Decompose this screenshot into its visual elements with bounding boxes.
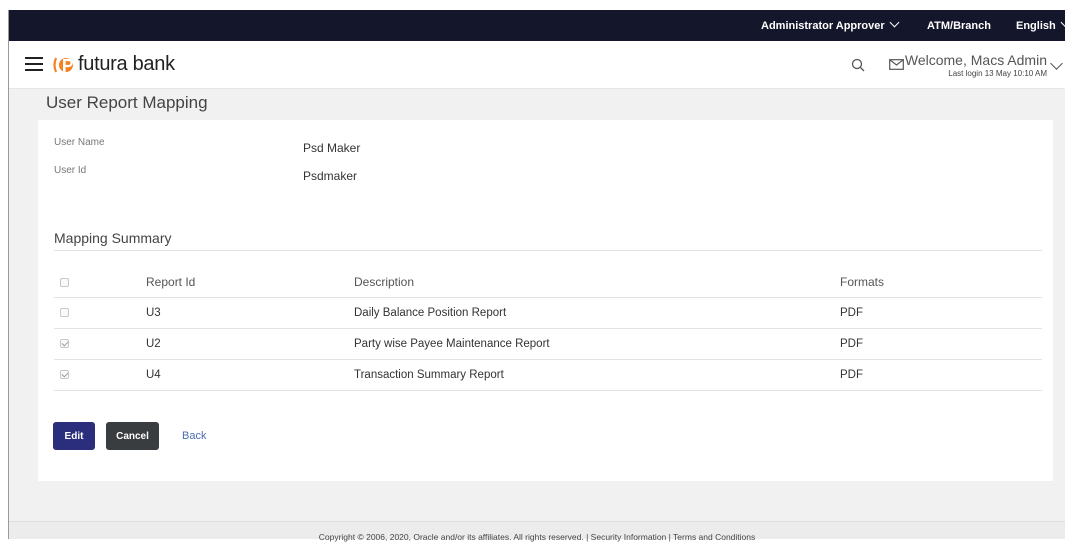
column-header-description: Description	[354, 275, 415, 289]
divider	[54, 297, 1042, 298]
logo[interactable]: futura bank	[53, 53, 175, 76]
row-checkbox[interactable]	[60, 339, 69, 348]
logo-text: futura bank	[78, 53, 175, 75]
user-menu[interactable]: Welcome, Macs Admin Last login 13 May 10…	[905, 52, 1047, 78]
divider	[54, 328, 1042, 329]
cancel-button[interactable]: Cancel	[106, 422, 159, 450]
report-id-cell: U3	[146, 307, 161, 319]
branch-link[interactable]: ATM/Branch	[927, 20, 991, 32]
welcome-text: Welcome, Macs Admin	[904, 52, 1047, 68]
section-title: Mapping Summary	[54, 230, 172, 246]
mapping-card: User Name Psd Maker User Id Psdmaker Map…	[38, 120, 1053, 481]
role-dropdown[interactable]: Administrator Approver	[761, 17, 900, 32]
user-id-value: Psdmaker	[303, 169, 358, 183]
page-title: User Report Mapping	[46, 93, 208, 112]
last-login-text: Last login 13 May 10:10 AM	[948, 69, 1047, 78]
row-checkbox[interactable]	[60, 370, 69, 379]
language-label: English	[1016, 20, 1056, 32]
description-cell: Daily Balance Position Report	[354, 307, 507, 319]
menu-icon[interactable]	[25, 57, 43, 71]
mail-icon[interactable]	[889, 59, 904, 70]
user-id-label: User Id	[54, 165, 87, 176]
row-checkbox[interactable]	[60, 308, 69, 317]
column-header-formats: Formats	[840, 275, 885, 289]
footer: Copyright © 2006, 2020, Oracle and/or it…	[9, 521, 1065, 542]
user-name-value: Psd Maker	[303, 141, 361, 155]
chevron-down-icon	[889, 17, 900, 28]
select-all-checkbox[interactable]	[60, 278, 69, 287]
divider	[54, 390, 1042, 391]
role-label: Administrator Approver	[761, 20, 885, 32]
report-id-cell: U2	[146, 338, 161, 350]
description-cell: Transaction Summary Report	[354, 369, 504, 381]
top-bar: Administrator Approver ATM/Branch Englis…	[9, 10, 1065, 41]
format-cell: PDF	[840, 307, 863, 319]
divider	[54, 250, 1042, 251]
user-name-label: User Name	[54, 137, 105, 148]
app-frame: Administrator Approver ATM/Branch Englis…	[0, 0, 1065, 542]
report-id-cell: U4	[146, 369, 161, 381]
chevron-down-icon[interactable]	[1050, 57, 1063, 70]
column-header-report-id: Report Id	[146, 275, 196, 289]
format-cell: PDF	[840, 369, 863, 381]
divider	[54, 359, 1042, 360]
format-cell: PDF	[840, 338, 863, 350]
description-cell: Party wise Payee Maintenance Report	[354, 338, 550, 350]
chevron-down-icon	[1060, 17, 1065, 28]
back-link[interactable]: Back	[182, 430, 206, 442]
edit-button[interactable]: Edit	[53, 422, 95, 450]
logo-icon	[53, 57, 73, 72]
language-dropdown[interactable]: English	[1016, 17, 1065, 32]
app-header: futura bank Welcome, Macs Admin Last log…	[9, 41, 1065, 89]
search-icon[interactable]	[851, 58, 865, 72]
